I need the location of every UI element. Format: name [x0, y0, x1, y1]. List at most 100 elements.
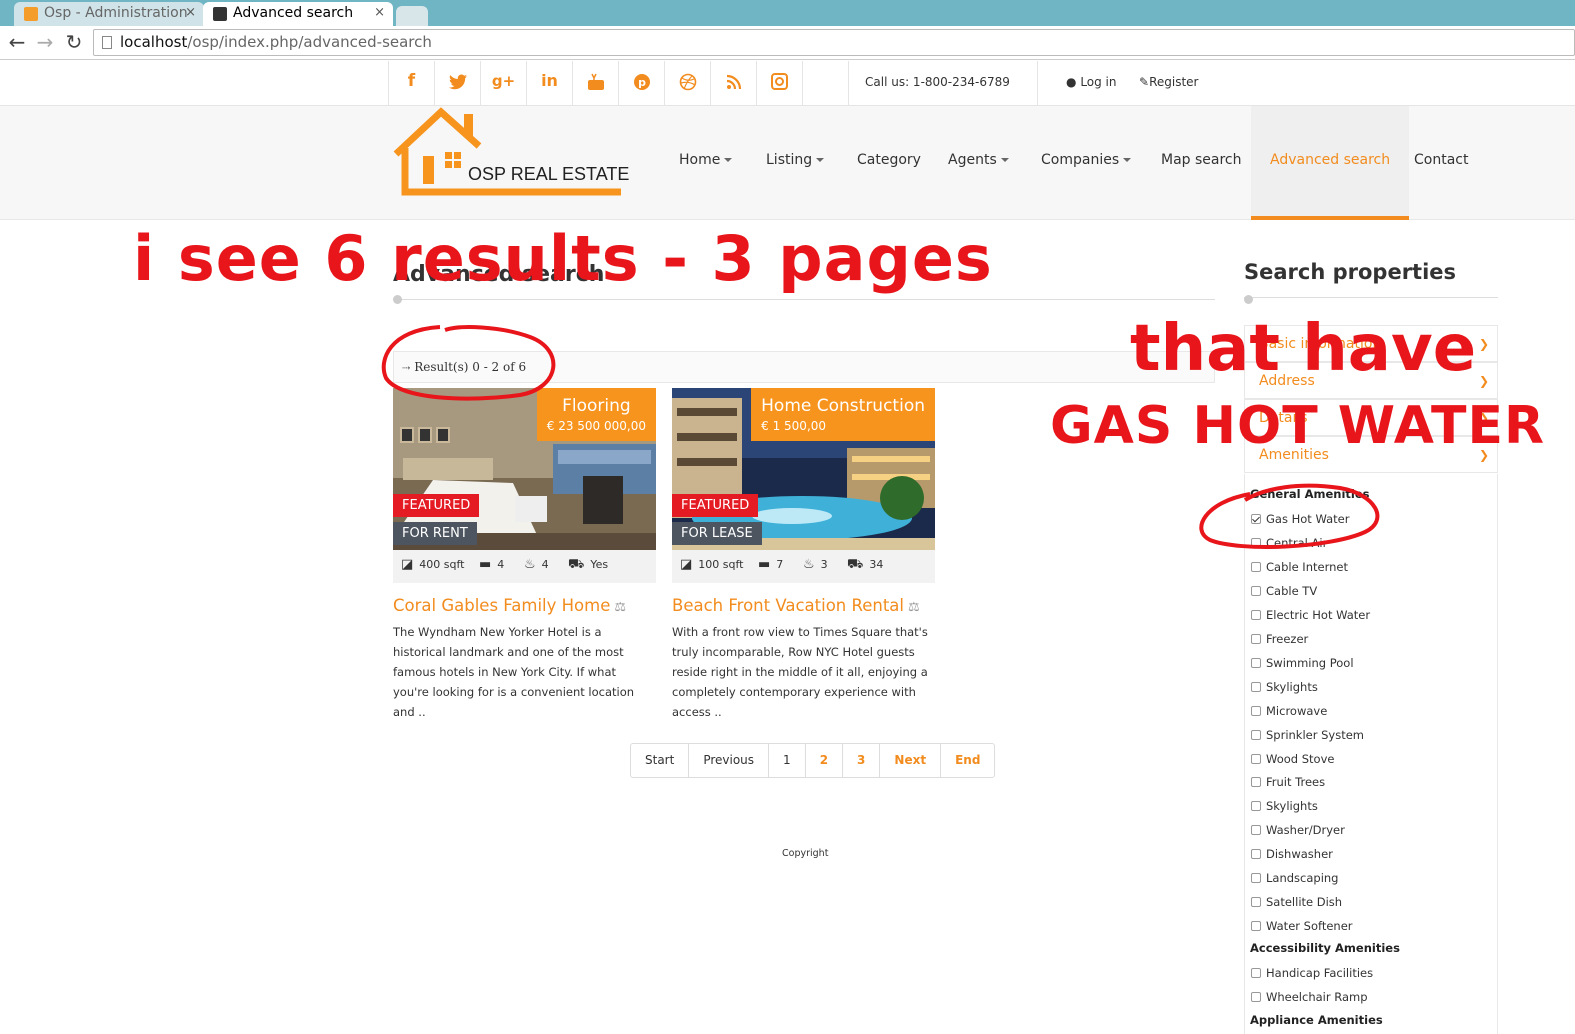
forward-arrow-icon[interactable]: → [33, 30, 57, 54]
group-appliance-amenities: Appliance Amenities [1250, 1013, 1383, 1027]
nav-agents[interactable]: Agents [948, 106, 1009, 220]
site-favicon-icon [213, 7, 227, 21]
checkbox[interactable] [1251, 753, 1261, 764]
nav-home[interactable]: Home [679, 106, 733, 220]
checkbox[interactable] [1251, 633, 1261, 644]
nav-map-search[interactable]: Map search [1161, 106, 1242, 220]
checkbox[interactable] [1251, 776, 1261, 787]
title-divider [393, 299, 1215, 300]
checkbox[interactable] [1251, 609, 1261, 620]
page-start[interactable]: Start [631, 744, 688, 777]
nav-label: Listing [766, 152, 813, 168]
checkbox-checked[interactable] [1251, 513, 1261, 524]
amenity-wheelchair-ramp[interactable]: Wheelchair Ramp [1251, 990, 1368, 1004]
checkbox[interactable] [1251, 848, 1261, 859]
amenity-label: Fruit Trees [1266, 775, 1326, 789]
checkbox[interactable] [1251, 920, 1261, 931]
checkbox[interactable] [1251, 585, 1261, 596]
checkbox[interactable] [1251, 561, 1261, 572]
nav-category[interactable]: Category [857, 106, 921, 220]
nav-contact[interactable]: Contact [1414, 106, 1468, 220]
call-us-text: Call us: 1-800-234-6789 [848, 61, 1038, 106]
checkbox[interactable] [1251, 537, 1261, 548]
close-tab-icon[interactable]: × [374, 2, 385, 24]
checkbox[interactable] [1251, 896, 1261, 907]
amenity-label: Skylights [1266, 799, 1318, 813]
page-3[interactable]: 3 [842, 744, 879, 777]
amenity-sprinkler-system[interactable]: Sprinkler System [1251, 728, 1364, 742]
compare-scale-icon[interactable]: ⚖ [614, 600, 626, 615]
checkbox[interactable] [1251, 705, 1261, 716]
register-link[interactable]: ✎Register [1139, 61, 1198, 103]
checkbox[interactable] [1251, 872, 1261, 883]
beds-value: 4 [497, 558, 505, 571]
page-next[interactable]: Next [879, 744, 940, 777]
amenity-freezer[interactable]: Freezer [1251, 632, 1308, 646]
pinterest-icon[interactable]: p [618, 61, 664, 106]
checkbox[interactable] [1251, 991, 1261, 1002]
url-field[interactable]: localhost/osp/index.php/advanced-search [93, 29, 1575, 56]
amenity-landscaping[interactable]: Landscaping [1251, 871, 1339, 885]
youtube-icon[interactable] [572, 61, 618, 106]
checkbox[interactable] [1251, 824, 1261, 835]
close-tab-icon[interactable]: × [185, 2, 196, 24]
checkbox[interactable] [1251, 800, 1261, 811]
property-title: Beach Front Vacation Rental [672, 596, 904, 615]
nav-advanced-search[interactable]: Advanced search [1251, 106, 1410, 220]
amenity-gas-hot-water[interactable]: Gas Hot Water [1251, 512, 1349, 526]
checkbox[interactable] [1251, 657, 1261, 668]
amenity-skylights-2[interactable]: Skylights [1251, 799, 1318, 813]
amenity-wood-stove[interactable]: Wood Stove [1251, 752, 1334, 766]
amenity-swimming-pool[interactable]: Swimming Pool [1251, 656, 1354, 670]
amenity-water-softener[interactable]: Water Softener [1251, 919, 1353, 933]
parking-value: Yes [590, 558, 609, 571]
amenity-electric-hot-water[interactable]: Electric Hot Water [1251, 608, 1370, 622]
property-photo-hotel-room[interactable]: Flooring € 23 500 000,00 FEATURED FOR RE… [393, 388, 656, 550]
instagram-icon[interactable] [756, 61, 802, 106]
linkedin-icon[interactable]: in [526, 61, 572, 106]
checkbox[interactable] [1251, 681, 1261, 692]
twitter-icon[interactable] [434, 61, 480, 106]
amenity-washer-dryer[interactable]: Washer/Dryer [1251, 823, 1345, 837]
baths-value: 3 [820, 558, 828, 571]
nav-companies[interactable]: Companies [1041, 106, 1132, 220]
login-link[interactable]: ● Log in [1066, 61, 1117, 103]
area-icon: ◪ [401, 557, 414, 572]
amenity-fruit-trees[interactable]: Fruit Trees [1251, 775, 1325, 789]
browser-tab-advanced-search[interactable]: Advanced search × [203, 2, 393, 26]
title-divider-dot [393, 295, 402, 304]
arrow-right-icon: ⇢ [402, 363, 411, 374]
nav-listing[interactable]: Listing [766, 106, 825, 220]
amenity-central-air[interactable]: Central Air [1251, 536, 1327, 550]
checkbox[interactable] [1251, 967, 1261, 978]
property-type: Flooring [562, 396, 631, 416]
facebook-icon[interactable]: f [388, 61, 434, 106]
browser-tab-admin[interactable]: Osp - Administration × [14, 2, 204, 26]
rss-icon[interactable] [710, 61, 756, 106]
compare-scale-icon[interactable]: ⚖ [908, 600, 920, 615]
property-title-link[interactable]: Beach Front Vacation Rental ⚖ [672, 596, 920, 615]
reload-icon[interactable]: ↻ [62, 30, 86, 54]
new-tab-button[interactable] [396, 6, 428, 26]
google-plus-icon[interactable]: g+ [480, 61, 526, 106]
amenity-cable-tv[interactable]: Cable TV [1251, 584, 1317, 598]
amenity-satellite-dish[interactable]: Satellite Dish [1251, 895, 1342, 909]
amenity-cable-internet[interactable]: Cable Internet [1251, 560, 1348, 574]
status-badge: FOR LEASE [672, 522, 762, 545]
property-title-link[interactable]: Coral Gables Family Home ⚖ [393, 596, 626, 615]
back-arrow-icon[interactable]: ← [5, 30, 29, 54]
page-end[interactable]: End [940, 744, 994, 777]
amenity-handicap-facilities[interactable]: Handicap Facilities [1251, 966, 1373, 980]
page-2[interactable]: 2 [804, 744, 842, 777]
page-1[interactable]: 1 [768, 744, 805, 777]
checkbox[interactable] [1251, 729, 1261, 740]
amenity-skylights[interactable]: Skylights [1251, 680, 1318, 694]
amenity-microwave[interactable]: Microwave [1251, 704, 1327, 718]
amenity-label: Water Softener [1266, 919, 1353, 933]
dribbble-icon[interactable] [664, 61, 710, 106]
site-logo[interactable]: OSP REAL ESTATE [393, 106, 629, 198]
amenity-dishwasher[interactable]: Dishwasher [1251, 847, 1333, 861]
property-photo-pool[interactable]: Home Construction € 1 500,00 FEATURED FO… [672, 388, 935, 550]
page-previous[interactable]: Previous [688, 744, 768, 777]
amenity-label: Washer/Dryer [1266, 823, 1345, 837]
